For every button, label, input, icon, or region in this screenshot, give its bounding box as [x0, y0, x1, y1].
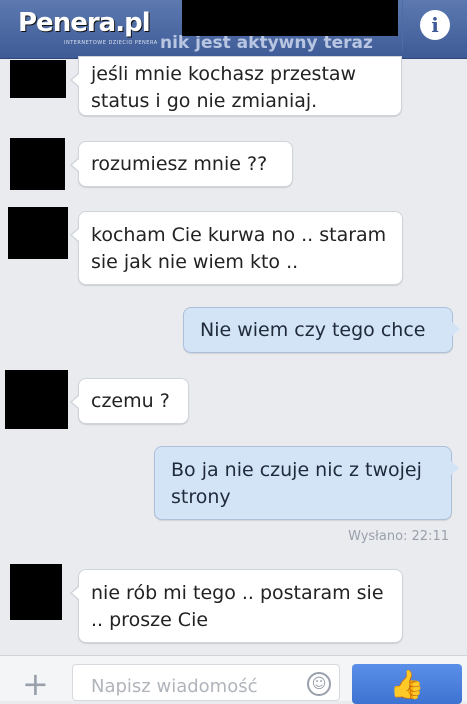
message-bubble-incoming: jeśli mnie kochasz przestaw status i go …: [70, 56, 402, 116]
avatar: [10, 138, 65, 190]
thumbs-up-icon: 👍: [389, 667, 425, 701]
message-input[interactable]: [89, 675, 303, 698]
message-bubble-outgoing: Nie wiem czy tego chce: [183, 307, 460, 353]
message-bubble-incoming: kocham Cie kurwa no .. staram sie jak ni…: [70, 211, 403, 285]
avatar: [5, 370, 68, 429]
avatar: [10, 60, 66, 98]
message-bubble-incoming: nie rób mi tego .. postaram sie .. prosz…: [70, 569, 403, 643]
chat-header: Penera.pl INTERNETOWE DZIECIO PENERA nik…: [0, 0, 467, 59]
info-button[interactable]: i: [402, 0, 467, 50]
logo-subtitle: INTERNETOWE DZIECIO PENERA: [64, 40, 158, 46]
avatar: [8, 207, 68, 259]
info-icon: i: [420, 10, 450, 40]
sent-timestamp: Wysłano: 22:11: [348, 529, 449, 544]
smiley-icon[interactable]: ☺: [307, 672, 331, 696]
message-bubble-incoming: czemu ?: [70, 378, 189, 424]
message-bubble-outgoing: Bo ja nie czuje nic z twojej strony: [154, 446, 459, 520]
active-status: nik jest aktywny teraz: [160, 33, 373, 53]
message-field[interactable]: ☺: [72, 664, 340, 701]
avatar: [10, 564, 62, 620]
site-logo: Penera.pl: [18, 8, 151, 38]
message-bubble-incoming: rozumiesz mnie ??: [70, 141, 293, 187]
like-button[interactable]: 👍: [352, 664, 462, 704]
plus-icon[interactable]: +: [22, 668, 49, 700]
redacted-contact-name: [182, 0, 398, 36]
message-composer: + ☺ 👍: [0, 655, 467, 704]
